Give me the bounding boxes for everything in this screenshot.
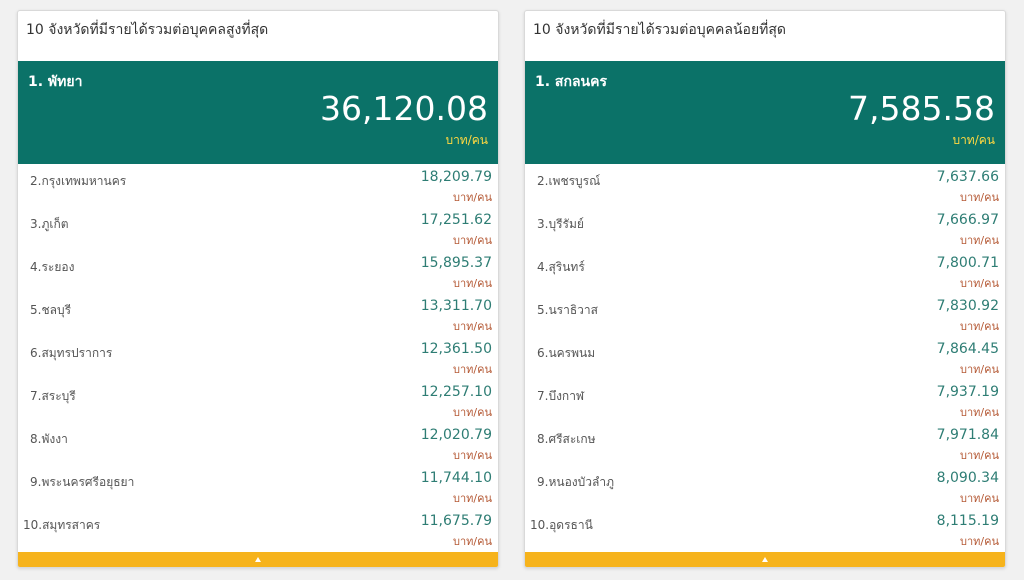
row-value: 7,637.66 <box>936 169 999 185</box>
row-unit: บาท/คน <box>960 277 999 290</box>
highest-income-card: 10 จังหวัดที่มีรายได้รวมต่อบุคคลสูงที่สุ… <box>17 10 499 568</box>
row-unit: บาท/คน <box>453 449 492 462</box>
list-item: 3.ภูเก็ต 17,251.62 บาท/คน <box>18 207 498 250</box>
list-item: 10.สมุทรสาคร 11,675.79 บาท/คน <box>18 508 498 551</box>
row-unit: บาท/คน <box>960 191 999 204</box>
list-item: 3.บุรีรัมย์ 7,666.97 บาท/คน <box>525 207 1005 250</box>
list-item: 6.นครพนม 7,864.45 บาท/คน <box>525 336 1005 379</box>
list-item: 7.สระบุรี 12,257.10 บาท/คน <box>18 379 498 422</box>
row-value: 8,115.19 <box>936 513 999 529</box>
top-rank-value: 36,120.08 <box>320 89 488 128</box>
top-rank-value: 7,585.58 <box>848 89 995 128</box>
rank-list: 2.กรุงเทพมหานคร 18,209.79 บาท/คน 3.ภูเก็… <box>18 164 498 549</box>
caret-up-icon <box>762 557 768 562</box>
row-value: 7,666.97 <box>936 212 999 228</box>
row-unit: บาท/คน <box>453 535 492 548</box>
row-name: 5.ชลบุรี <box>30 303 72 317</box>
top-rank-name: 1. สกลนคร <box>535 74 607 90</box>
row-unit: บาท/คน <box>453 234 492 247</box>
list-item: 10.อุดรธานี 8,115.19 บาท/คน <box>525 508 1005 551</box>
row-name: 8.พังงา <box>30 432 68 446</box>
row-name: 7.สระบุรี <box>30 389 76 403</box>
row-name: 6.สมุทรปราการ <box>30 346 113 360</box>
list-item: 8.พังงา 12,020.79 บาท/คน <box>18 422 498 465</box>
row-unit: บาท/คน <box>453 363 492 376</box>
row-name: 9.หนองบัวลำภู <box>537 475 614 489</box>
top-rank-name: 1. พัทยา <box>28 74 83 90</box>
rank-list: 2.เพชรบูรณ์ 7,637.66 บาท/คน 3.บุรีรัมย์ … <box>525 164 1005 549</box>
row-value: 11,675.79 <box>420 513 492 529</box>
row-name: 6.นครพนม <box>537 346 596 360</box>
row-value: 17,251.62 <box>420 212 492 228</box>
row-unit: บาท/คน <box>453 191 492 204</box>
list-item: 4.ระยอง 15,895.37 บาท/คน <box>18 250 498 293</box>
list-item: 7.บึงกาฬ 7,937.19 บาท/คน <box>525 379 1005 422</box>
row-value: 12,361.50 <box>420 341 492 357</box>
row-unit: บาท/คน <box>960 234 999 247</box>
row-unit: บาท/คน <box>960 535 999 548</box>
row-name: 4.ระยอง <box>30 260 75 274</box>
collapse-toggle[interactable] <box>18 552 498 567</box>
list-item: 4.สุรินทร์ 7,800.71 บาท/คน <box>525 250 1005 293</box>
list-item: 8.ศรีสะเกษ 7,971.84 บาท/คน <box>525 422 1005 465</box>
row-unit: บาท/คน <box>453 406 492 419</box>
row-unit: บาท/คน <box>453 492 492 505</box>
row-value: 7,864.45 <box>936 341 999 357</box>
row-name: 3.ภูเก็ต <box>30 217 69 231</box>
row-value: 11,744.10 <box>420 470 492 486</box>
list-item: 9.หนองบัวลำภู 8,090.34 บาท/คน <box>525 465 1005 508</box>
row-value: 8,090.34 <box>936 470 999 486</box>
caret-up-icon <box>255 557 261 562</box>
row-unit: บาท/คน <box>960 406 999 419</box>
top-rank-unit: บาท/คน <box>952 133 995 147</box>
row-unit: บาท/คน <box>960 363 999 376</box>
lowest-income-card: 10 จังหวัดที่มีรายได้รวมต่อบุคคลน้อยที่ส… <box>524 10 1006 568</box>
row-unit: บาท/คน <box>960 320 999 333</box>
list-item: 6.สมุทรปราการ 12,361.50 บาท/คน <box>18 336 498 379</box>
list-item: 9.พระนครศรีอยุธยา 11,744.10 บาท/คน <box>18 465 498 508</box>
row-value: 15,895.37 <box>420 255 492 271</box>
row-value: 7,937.19 <box>936 384 999 400</box>
row-value: 18,209.79 <box>420 169 492 185</box>
row-value: 12,020.79 <box>420 427 492 443</box>
row-name: 2.เพชรบูรณ์ <box>537 174 601 188</box>
top-rank-unit: บาท/คน <box>445 133 488 147</box>
top-rank-block: 1. สกลนคร 7,585.58 บาท/คน <box>525 61 1005 164</box>
row-unit: บาท/คน <box>960 449 999 462</box>
row-value: 12,257.10 <box>420 384 492 400</box>
row-unit: บาท/คน <box>960 492 999 505</box>
row-value: 13,311.70 <box>420 298 492 314</box>
card-title: 10 จังหวัดที่มีรายได้รวมต่อบุคคลน้อยที่ส… <box>533 22 787 38</box>
row-unit: บาท/คน <box>453 320 492 333</box>
top-rank-block: 1. พัทยา 36,120.08 บาท/คน <box>18 61 498 164</box>
list-item: 2.เพชรบูรณ์ 7,637.66 บาท/คน <box>525 164 1005 207</box>
row-name: 10.สมุทรสาคร <box>23 518 101 532</box>
card-title: 10 จังหวัดที่มีรายได้รวมต่อบุคคลสูงที่สุ… <box>26 22 269 38</box>
row-name: 3.บุรีรัมย์ <box>537 217 584 231</box>
list-item: 5.นราธิวาส 7,830.92 บาท/คน <box>525 293 1005 336</box>
row-name: 9.พระนครศรีอยุธยา <box>30 475 135 489</box>
row-name: 5.นราธิวาส <box>537 303 598 317</box>
row-value: 7,971.84 <box>936 427 999 443</box>
row-name: 4.สุรินทร์ <box>537 260 585 274</box>
row-name: 7.บึงกาฬ <box>537 389 585 403</box>
list-item: 5.ชลบุรี 13,311.70 บาท/คน <box>18 293 498 336</box>
row-name: 2.กรุงเทพมหานคร <box>30 174 127 188</box>
row-name: 10.อุดรธานี <box>530 518 593 532</box>
row-value: 7,800.71 <box>936 255 999 271</box>
row-value: 7,830.92 <box>936 298 999 314</box>
row-unit: บาท/คน <box>453 277 492 290</box>
collapse-toggle[interactable] <box>525 552 1005 567</box>
list-item: 2.กรุงเทพมหานคร 18,209.79 บาท/คน <box>18 164 498 207</box>
row-name: 8.ศรีสะเกษ <box>537 432 596 446</box>
